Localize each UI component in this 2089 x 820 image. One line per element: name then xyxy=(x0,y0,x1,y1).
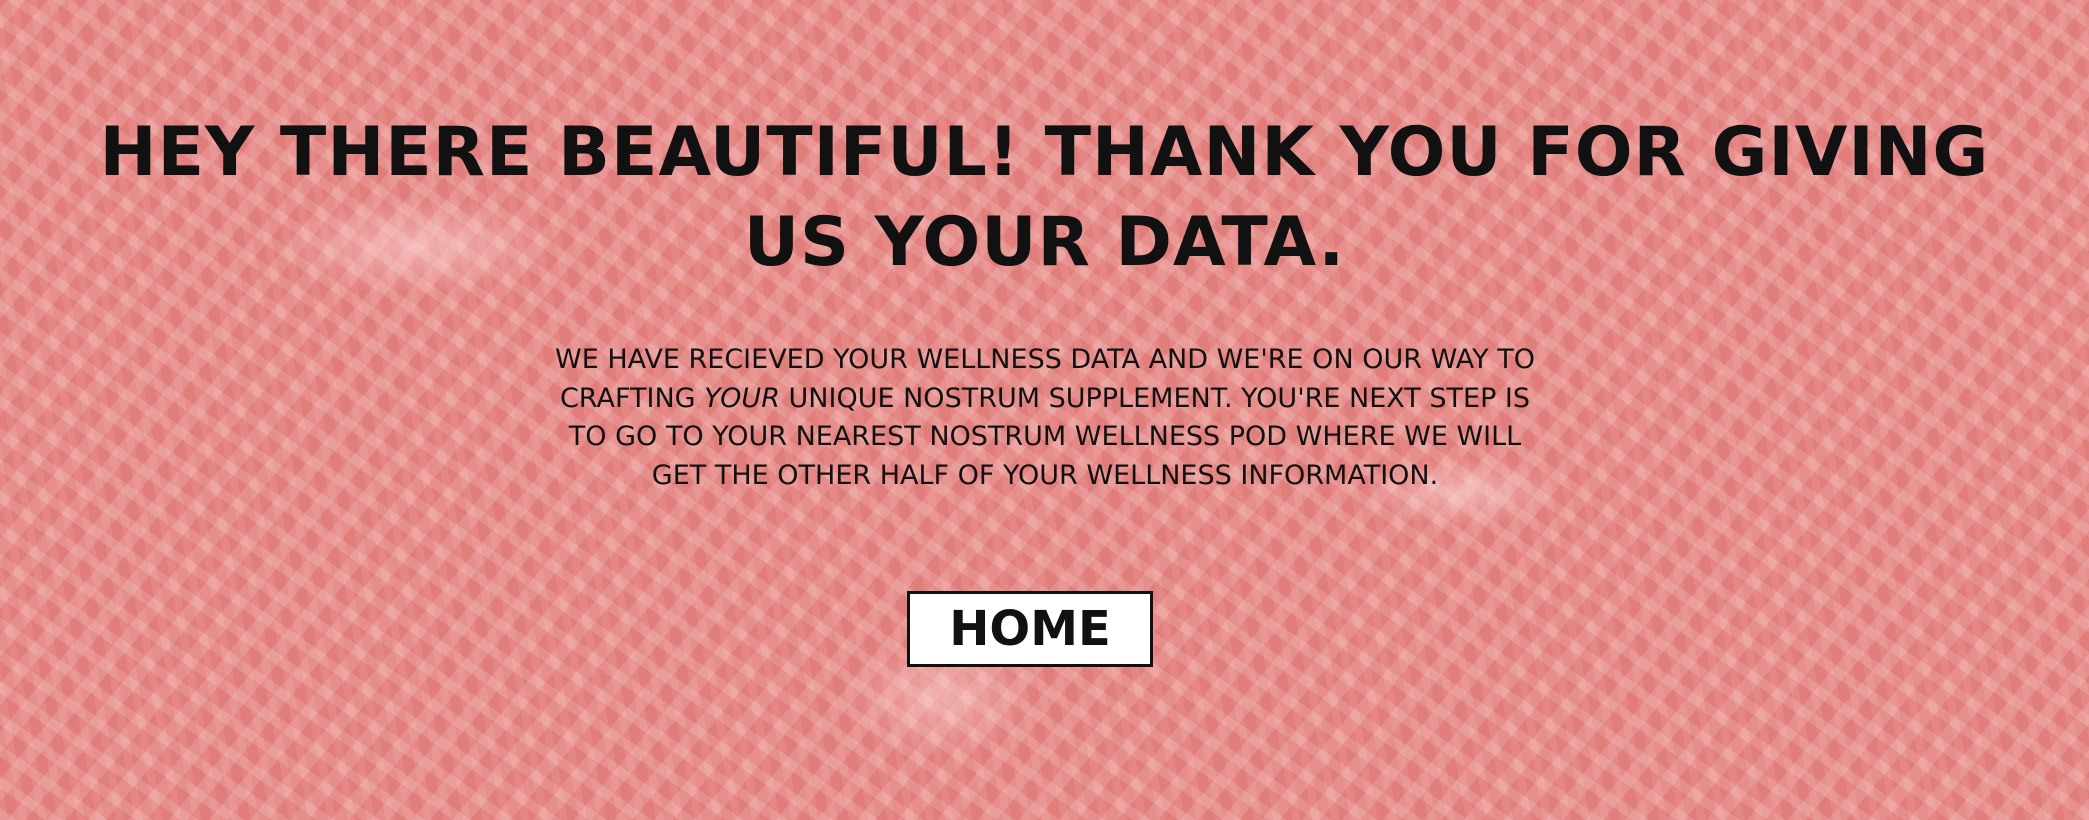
message-emphasis: YOUR xyxy=(704,382,780,414)
confirmation-message: WE HAVE RECIEVED YOUR WELLNESS DATA AND … xyxy=(545,341,1545,495)
confirmation-panel: HEY THERE BEAUTIFUL! THANK YOU FOR GIVIN… xyxy=(0,0,2089,820)
page-headline: HEY THERE BEAUTIFUL! THANK YOU FOR GIVIN… xyxy=(99,113,1990,282)
home-button[interactable]: HOME xyxy=(907,591,1153,667)
